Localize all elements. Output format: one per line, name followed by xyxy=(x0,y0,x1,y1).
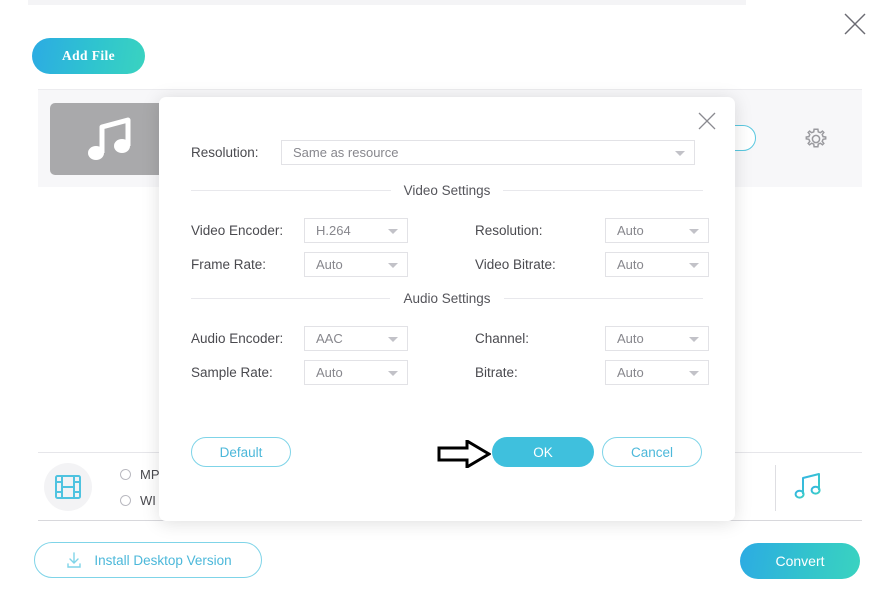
chevron-down-icon xyxy=(388,263,398,268)
video-resolution-value: Auto xyxy=(617,223,644,238)
chevron-down-icon xyxy=(689,337,699,342)
bitrate-label: Bitrate: xyxy=(475,365,605,380)
audio-encoder-value: AAC xyxy=(316,331,343,346)
chevron-down-icon xyxy=(388,337,398,342)
frame-rate-value: Auto xyxy=(316,257,343,272)
video-encoder-select[interactable]: H.264 xyxy=(304,218,408,243)
sample-rate-value: Auto xyxy=(316,365,343,380)
video-resolution-label: Resolution: xyxy=(475,223,605,238)
audio-encoder-label: Audio Encoder: xyxy=(191,331,304,346)
row-channel: Channel: Auto xyxy=(475,326,709,351)
film-strip-icon xyxy=(54,474,82,500)
ok-button[interactable]: OK xyxy=(492,437,594,467)
cancel-button[interactable]: Cancel xyxy=(602,437,702,467)
row-video-encoder: Video Encoder: H.264 xyxy=(191,218,408,243)
resolution-select[interactable]: Same as resource xyxy=(281,140,695,165)
download-icon xyxy=(64,550,84,570)
install-label: Install Desktop Version xyxy=(94,553,231,568)
video-encoder-label: Video Encoder: xyxy=(191,223,304,238)
video-bitrate-select[interactable]: Auto xyxy=(605,252,709,277)
radio-label: WI xyxy=(140,493,156,508)
sample-rate-label: Sample Rate: xyxy=(191,365,304,380)
video-resolution-select[interactable]: Auto xyxy=(605,218,709,243)
video-bitrate-value: Auto xyxy=(617,257,644,272)
close-icon xyxy=(839,8,871,40)
settings-dialog: Resolution: Same as resource Video Setti… xyxy=(159,97,735,521)
video-settings-header: Video Settings xyxy=(191,183,703,198)
row-video-resolution: Resolution: Auto xyxy=(475,218,709,243)
default-button[interactable]: Default xyxy=(191,437,291,467)
row-frame-rate: Frame Rate: Auto xyxy=(191,252,408,277)
row-sample-rate: Sample Rate: Auto xyxy=(191,360,408,385)
audio-category-button[interactable] xyxy=(790,467,828,505)
video-encoder-value: H.264 xyxy=(316,223,351,238)
row-bitrate: Bitrate: Auto xyxy=(475,360,709,385)
row-audio-encoder: Audio Encoder: AAC xyxy=(191,326,408,351)
resolution-label: Resolution: xyxy=(191,145,281,160)
radio-label: MP xyxy=(140,467,160,482)
format-radio-group: MP WI xyxy=(120,461,160,513)
dialog-close-button[interactable] xyxy=(695,109,719,133)
radio-icon xyxy=(120,469,131,480)
app-root: Add File AVI xyxy=(0,0,883,599)
bitrate-value: Auto xyxy=(617,365,644,380)
video-bitrate-label: Video Bitrate: xyxy=(475,257,605,272)
file-settings-button[interactable] xyxy=(803,126,829,152)
chevron-down-icon xyxy=(388,371,398,376)
strip-divider xyxy=(775,465,776,511)
file-thumbnail xyxy=(50,103,170,175)
audio-settings-title: Audio Settings xyxy=(390,291,503,306)
music-note-icon xyxy=(82,115,138,163)
close-icon xyxy=(695,109,719,133)
radio-option[interactable]: WI xyxy=(120,487,160,513)
video-settings-title: Video Settings xyxy=(391,183,504,198)
channel-label: Channel: xyxy=(475,331,605,346)
row-resolution-main: Resolution: Same as resource xyxy=(191,140,695,165)
install-desktop-version-button[interactable]: Install Desktop Version xyxy=(34,542,262,578)
music-note-icon xyxy=(790,467,828,505)
chevron-down-icon xyxy=(689,371,699,376)
audio-settings-header: Audio Settings xyxy=(191,291,703,306)
chevron-down-icon xyxy=(675,151,685,156)
radio-option[interactable]: MP xyxy=(120,461,160,487)
channel-select[interactable]: Auto xyxy=(605,326,709,351)
chevron-down-icon xyxy=(689,263,699,268)
channel-value: Auto xyxy=(617,331,644,346)
radio-icon xyxy=(120,495,131,506)
frame-rate-select[interactable]: Auto xyxy=(304,252,408,277)
gear-icon xyxy=(803,126,829,152)
resolution-value: Same as resource xyxy=(293,145,399,160)
top-band xyxy=(28,0,746,5)
window-close-button[interactable] xyxy=(839,8,871,40)
add-file-button[interactable]: Add File xyxy=(32,38,145,74)
chevron-down-icon xyxy=(689,229,699,234)
sample-rate-select[interactable]: Auto xyxy=(304,360,408,385)
bitrate-select[interactable]: Auto xyxy=(605,360,709,385)
audio-encoder-select[interactable]: AAC xyxy=(304,326,408,351)
frame-rate-label: Frame Rate: xyxy=(191,257,304,272)
video-category-icon-wrap[interactable] xyxy=(44,463,92,511)
row-video-bitrate: Video Bitrate: Auto xyxy=(475,252,709,277)
chevron-down-icon xyxy=(388,229,398,234)
convert-button[interactable]: Convert xyxy=(740,543,860,579)
